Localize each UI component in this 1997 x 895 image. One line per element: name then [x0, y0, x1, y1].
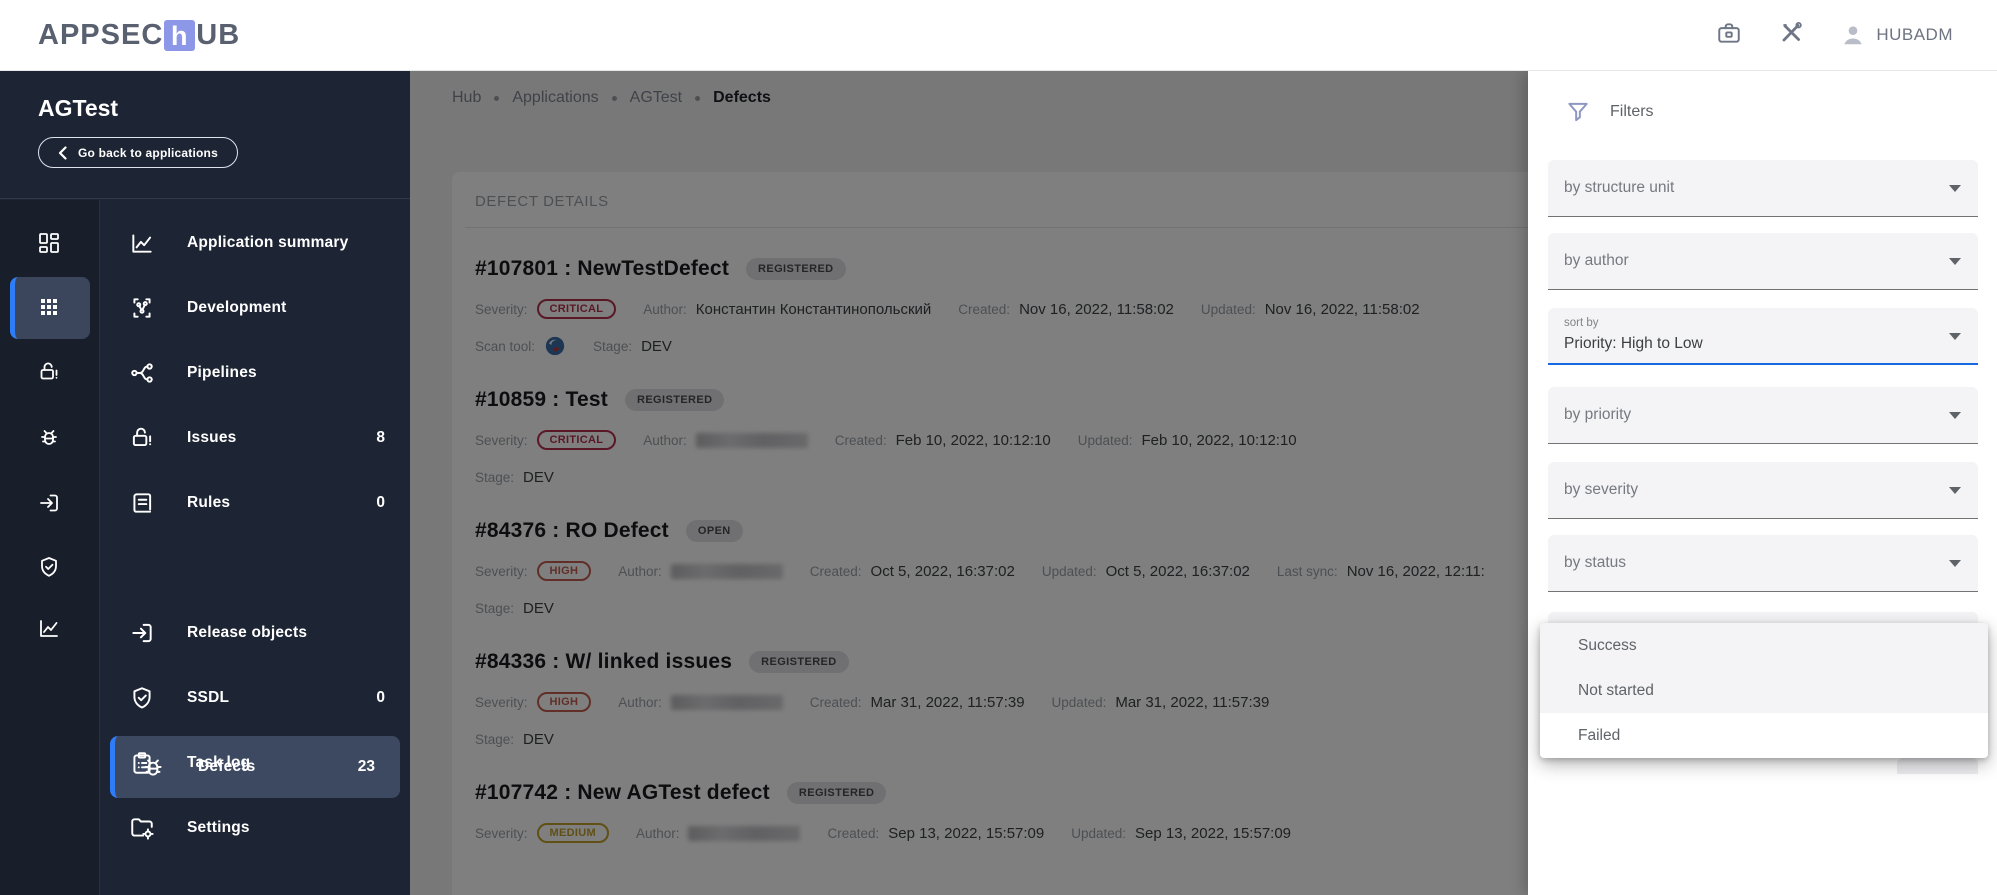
filters-header: Filters — [1565, 99, 1654, 125]
shield-check-icon — [133, 687, 151, 709]
chevron-down-icon — [1949, 185, 1961, 192]
clipboard-icon — [133, 752, 151, 774]
count-badge: 0 — [376, 689, 385, 706]
sidebar-item-development[interactable]: Development — [99, 276, 410, 340]
sidebar-item-application-summary[interactable]: Application summary — [99, 211, 410, 275]
sidebar-item-issues[interactable]: Issues 8 — [99, 406, 410, 470]
briefcase-icon[interactable] — [1716, 20, 1742, 51]
filter-select-severity[interactable]: by severity — [1548, 462, 1978, 519]
count-badge: 8 — [376, 429, 385, 446]
sort-by-value: Priority: High to Low — [1564, 335, 1703, 352]
sidebar-body: Application summary Development Pipeline… — [0, 200, 410, 895]
filter-select-structure-unit[interactable]: by structure unit — [1548, 160, 1978, 217]
filter-select-author[interactable]: by author — [1548, 233, 1978, 290]
sidebar-menu: Application summary Development Pipeline… — [99, 200, 410, 895]
filters-drawer: Filters by structure unit by author sort… — [1528, 71, 1997, 895]
obscured-control-fragment — [1897, 758, 1978, 774]
sidebar-item-ssdl[interactable]: SSDL 0 — [99, 666, 410, 730]
appsechub-app: APPSEC h UB HUBADM AGTest Go back to app… — [0, 0, 1997, 895]
branch-icon — [133, 298, 151, 318]
logo-h-icon: h — [164, 19, 196, 51]
chevron-down-icon — [1949, 560, 1961, 567]
filter-select-status[interactable]: by status — [1548, 535, 1978, 592]
chevron-down-icon — [1949, 487, 1961, 494]
chevron-down-icon — [1949, 332, 1961, 340]
icon-rail — [0, 200, 100, 895]
apps-grid-icon[interactable] — [25, 283, 73, 331]
chevron-left-icon — [58, 145, 67, 160]
sidebar-app-header: AGTest Go back to applications — [0, 71, 410, 199]
exit-icon[interactable] — [25, 479, 73, 527]
chevron-down-icon — [1949, 258, 1961, 265]
sidebar-item-release-objects[interactable]: Release objects — [99, 601, 410, 665]
dashboard-icon[interactable] — [25, 219, 73, 267]
fork-icon — [131, 363, 153, 383]
chevron-down-icon — [1949, 412, 1961, 419]
menu-item-success[interactable]: Success — [1540, 623, 1988, 668]
filter-funnel-icon — [1568, 102, 1588, 122]
sidebar-item-task-log[interactable]: Task log — [99, 731, 410, 795]
top-header: APPSEC h UB HUBADM — [0, 0, 1997, 71]
filter-select-priority[interactable]: by priority — [1548, 387, 1978, 444]
folder-gear-icon — [131, 818, 154, 840]
shield-check-icon[interactable] — [25, 543, 73, 591]
sidebar-item-settings[interactable]: Settings — [99, 796, 410, 860]
app-logo[interactable]: APPSEC h UB — [38, 19, 240, 52]
menu-item-failed[interactable]: Failed — [1540, 713, 1988, 758]
filters-title: Filters — [1610, 103, 1654, 120]
filter-select-sort-by[interactable]: sort by Priority: High to Low — [1548, 308, 1978, 365]
lock-open-icon[interactable] — [25, 348, 73, 396]
lock-open-icon — [132, 427, 152, 447]
tools-icon[interactable] — [1778, 20, 1804, 51]
sidebar: AGTest Go back to applications Applicati… — [0, 71, 410, 895]
username-label: HUBADM — [1876, 25, 1953, 44]
logo-text-prefix: APPSEC — [38, 18, 164, 51]
menu-item-not-started[interactable]: Not started — [1540, 668, 1988, 713]
status-dropdown-menu: Success Not started Failed — [1540, 623, 1988, 758]
sidebar-item-rules[interactable]: Rules 0 — [99, 471, 410, 535]
user-menu[interactable]: HUBADM — [1840, 22, 1953, 48]
rules-icon — [133, 493, 152, 513]
sidebar-item-pipelines[interactable]: Pipelines — [99, 341, 410, 405]
chart-icon — [132, 234, 152, 253]
chart-icon[interactable] — [25, 604, 73, 652]
count-badge: 0 — [376, 494, 385, 511]
user-icon — [1844, 26, 1862, 45]
exit-icon — [132, 623, 152, 643]
back-to-applications-button[interactable]: Go back to applications — [38, 137, 238, 168]
bug-icon[interactable] — [25, 413, 73, 461]
header-actions: HUBADM — [1716, 20, 1953, 51]
logo-text-suffix: UB — [196, 18, 241, 51]
app-name: AGTest — [38, 95, 119, 121]
